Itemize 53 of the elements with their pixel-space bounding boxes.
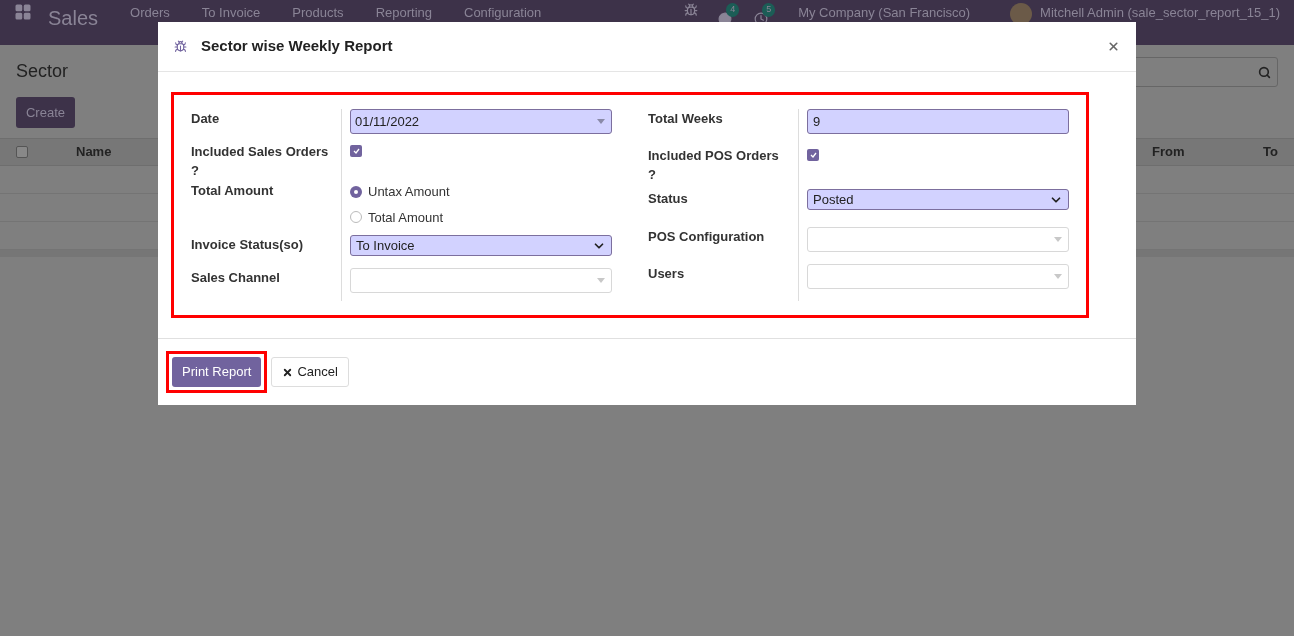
caret-icon [1054, 236, 1062, 242]
page-title: Sector [16, 60, 70, 83]
radio-label: Total Amount [368, 208, 444, 227]
select-field[interactable]: To Invoice [350, 235, 612, 256]
close-icon[interactable] [1107, 40, 1120, 53]
field-label: Users [648, 264, 686, 283]
input-field[interactable]: 9 [807, 109, 1069, 134]
apps-menu-icon[interactable] [14, 3, 32, 21]
field-label: Included POS Orders ? [648, 147, 780, 185]
dropdown-field[interactable]: 01/11/2022 [350, 109, 612, 134]
message-count: 4 [726, 3, 740, 17]
dialog-title: Sector wise Weekly Report [201, 36, 393, 57]
dropdown-field[interactable] [807, 226, 1069, 252]
bug-icon [174, 40, 187, 53]
checkbox[interactable] [350, 145, 362, 157]
bug-icon[interactable] [684, 3, 699, 17]
radio-button[interactable] [350, 185, 362, 198]
radio-label: Untax Amount [368, 183, 450, 201]
user-avatar[interactable] [1010, 3, 1033, 25]
field-label: Total Amount [191, 182, 275, 200]
menu-item[interactable]: Products [292, 3, 344, 23]
field-label: Status [648, 190, 689, 209]
field-value: 01/11/2022 [355, 112, 420, 131]
search-icon[interactable] [1258, 65, 1271, 79]
field-label: Sales Channel [191, 269, 281, 287]
app-title[interactable]: Sales [48, 3, 99, 33]
field-label: Total Weeks [648, 110, 724, 128]
user-name[interactable]: Mitchell Admin (sale_sector_report_15_1) [1040, 3, 1280, 23]
activity-count: 5 [762, 3, 776, 17]
menu-item[interactable]: Configuration [464, 3, 542, 23]
radio-button[interactable] [350, 211, 362, 224]
caret-icon [1054, 273, 1062, 279]
field-label: Date [191, 110, 221, 128]
menu-item[interactable]: Orders [130, 3, 170, 23]
dropdown-field[interactable] [807, 263, 1069, 289]
close-icon [282, 366, 294, 378]
company-name[interactable]: My Company (San Francisco) [798, 3, 971, 23]
dropdown-field[interactable] [350, 268, 612, 293]
create-button[interactable]: Create [16, 97, 75, 128]
column-header[interactable]: To [1202, 142, 1294, 162]
checkbox[interactable] [807, 149, 819, 162]
caret-icon [597, 278, 605, 283]
cancel-button[interactable]: Cancel [271, 357, 349, 387]
field-label: Included Sales Orders ? [191, 143, 330, 180]
caret-icon [597, 119, 605, 124]
select-all-checkbox[interactable] [16, 146, 28, 158]
menu-item[interactable]: To Invoice [201, 3, 261, 23]
menu-item[interactable]: Reporting [375, 3, 432, 23]
print-report-button[interactable]: Print Report [172, 357, 262, 387]
field-label: POS Configuration [648, 227, 766, 246]
column-header[interactable]: From [1152, 142, 1202, 162]
field-label: Invoice Status(so) [191, 236, 304, 254]
select-field[interactable]: Posted [807, 189, 1069, 211]
